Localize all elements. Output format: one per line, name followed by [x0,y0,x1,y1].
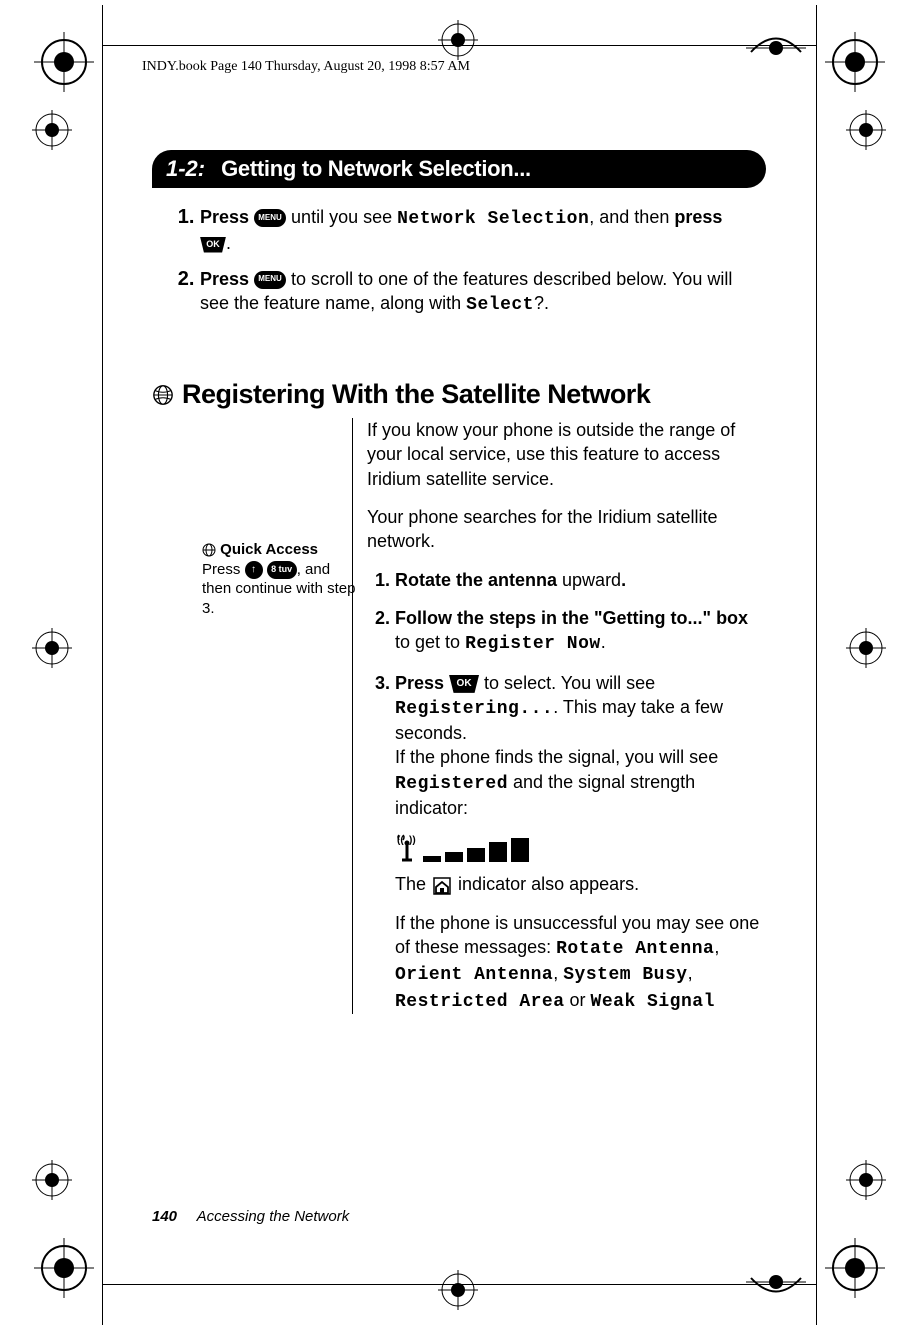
text: , [714,937,719,957]
signal-bar [489,842,507,862]
lcd-text: Network Selection [397,209,589,229]
crop-ornament-bottom-left [34,1238,94,1298]
word-press: press [674,207,722,227]
text: The [395,874,431,894]
subsection-heading: Registering With the Satellite Network [152,379,767,410]
home-icon [431,876,453,896]
signal-bar [445,852,463,862]
footer-title: Accessing the Network [197,1208,350,1225]
para: If the phone finds the signal, you will … [395,745,767,820]
lcd-text: Weak Signal [591,992,715,1012]
word-press: Press [395,673,449,693]
text: to get to [395,632,465,652]
text: . [226,233,231,253]
para: If the phone is unsuccessful you may see… [395,911,767,1014]
menu-button-icon: MENU [254,271,286,289]
reg-left-bot [32,1160,72,1200]
text: indicator also appears. [458,874,639,894]
text: . [601,632,606,652]
reg-right-top [846,110,886,150]
crop-ornament-top-left [34,32,94,92]
menu-button-icon: MENU [254,209,286,227]
text: . [621,570,626,590]
svg-text:)): )) [409,835,416,846]
word-press: Press [200,269,254,289]
frame-line [816,5,817,1325]
signal-strength-indicator: (()) [395,834,767,862]
globe-icon [202,543,216,557]
eight-button-icon: 8 tuv [267,561,297,579]
running-head: INDY.book Page 140 Thursday, August 20, … [142,59,470,75]
substep-1: Rotate the antenna upward. [395,568,767,592]
body-column: If you know your phone is outside the ra… [352,418,767,1014]
section-title: Getting to Network Selection... [221,156,531,182]
frame-line [102,45,817,46]
section-heading: 1-2: Getting to Network Selection... [152,150,766,188]
frame-line [102,5,103,1325]
text: until you see [286,207,397,227]
page-footer: 140 Accessing the Network [152,1208,349,1225]
getting-to-box: Press MENU until you see Network Selecti… [152,194,767,339]
reg-right-mid [846,628,886,668]
substep-2: Follow the steps in the "Getting to..." … [395,606,767,657]
reg-right-bot [846,1160,886,1200]
lcd-text: Orient Antenna [395,965,553,985]
lcd-text: Rotate Antenna [556,939,714,959]
lcd-text: Register Now [465,634,601,654]
up-button-icon: ↑ [245,561,263,579]
page-frame: INDY.book Page 140 Thursday, August 20, … [102,5,817,1325]
intro-para-1: If you know your phone is outside the ra… [367,418,767,491]
reg-left-mid [32,628,72,668]
subsection-title: Registering With the Satellite Network [182,379,650,410]
step-2: Press MENU to scroll to one of the featu… [200,266,755,318]
lcd-text: Registered [395,774,508,794]
text: Rotate the antenna [395,570,557,590]
reg-left-top [32,110,72,150]
ok-button-icon: OK [449,675,479,693]
text: upward [557,570,621,590]
text: If the phone finds the signal, you will … [395,747,718,767]
substep-3: Press OK to select. You will see Registe… [395,671,767,1014]
text: ?. [534,293,549,313]
para: The indicator also appears. [395,872,767,896]
crop-ornament-bottom-right [825,1238,885,1298]
ok-button-icon: OK [200,237,226,253]
page-number: 140 [152,1208,177,1225]
signal-bar [511,838,529,862]
lcd-text: Select [466,295,534,315]
crop-ornament-top-right [825,32,885,92]
antenna-icon: (()) [395,834,419,862]
text: , [688,963,693,983]
step-1: Press MENU until you see Network Selecti… [200,204,755,256]
quick-access-sidebar: Quick Access Press ↑ 8 tuv, and then con… [202,540,362,618]
text: to select. You will see [479,673,655,693]
svg-text:((: (( [397,835,404,846]
lcd-text: Registering... [395,699,553,719]
intro-para-2: Your phone searches for the Iridium sate… [367,505,767,554]
signal-bar [467,848,485,862]
word-press: Press [200,207,254,227]
text: , and then [589,207,674,227]
text: or [565,990,591,1010]
text: Follow the steps in the "Getting to..." … [395,608,748,628]
text: , [553,963,563,983]
text: Press [202,561,245,578]
signal-bar [423,856,441,862]
lcd-text: Restricted Area [395,992,565,1012]
frame-line [102,1284,817,1285]
globe-icon [152,384,174,406]
sidebar-title: Quick Access [220,541,318,558]
lcd-text: System Busy [563,965,687,985]
section-number: 1-2: [166,156,205,182]
